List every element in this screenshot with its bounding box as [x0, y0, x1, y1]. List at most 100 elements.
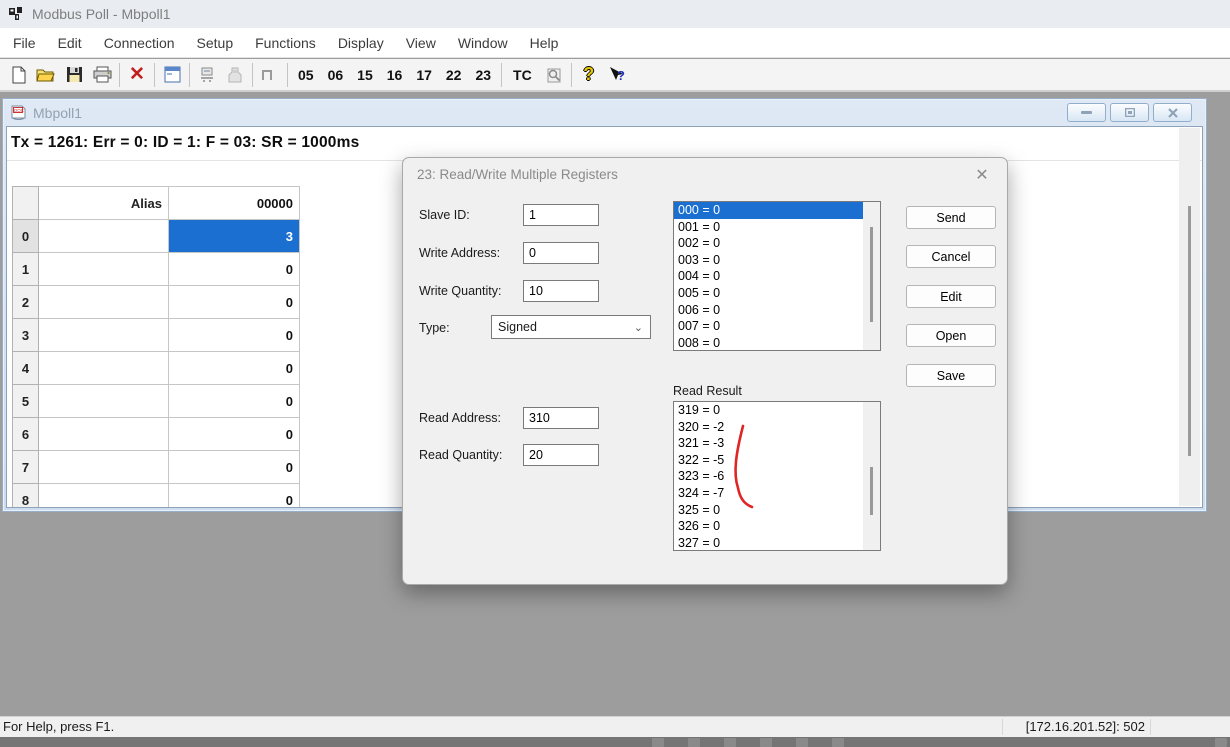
- write-registers-listbox[interactable]: 000 = 0 001 = 0 002 = 0 003 = 0 004 = 0 …: [673, 201, 881, 351]
- alias-cell[interactable]: [39, 319, 169, 352]
- list-item[interactable]: 320 = -2: [674, 419, 880, 436]
- list-item[interactable]: 000 = 0: [674, 202, 880, 219]
- menu-setup[interactable]: Setup: [186, 30, 245, 56]
- read-result-listbox[interactable]: 319 = 0 320 = -2 321 = -3 322 = -5 323 =…: [673, 401, 881, 551]
- print-icon[interactable]: [88, 62, 116, 88]
- slave-id-field[interactable]: [523, 204, 599, 226]
- function-15-button[interactable]: 15: [350, 62, 380, 88]
- list-item[interactable]: 004 = 0: [674, 268, 880, 285]
- function-16-button[interactable]: 16: [380, 62, 410, 88]
- context-help-icon[interactable]: ?: [603, 62, 631, 88]
- value-cell[interactable]: 0: [169, 286, 300, 319]
- read-write-definition-icon[interactable]: [193, 62, 221, 88]
- list-item[interactable]: 323 = -6: [674, 468, 880, 485]
- value-cell[interactable]: 0: [169, 352, 300, 385]
- menu-functions[interactable]: Functions: [244, 30, 327, 56]
- open-button[interactable]: Open: [906, 324, 996, 347]
- list-item[interactable]: 327 = 0: [674, 535, 880, 551]
- value-cell[interactable]: 0: [169, 319, 300, 352]
- list-item[interactable]: 324 = -7: [674, 485, 880, 502]
- cut-red-x-icon[interactable]: ✕: [123, 62, 151, 88]
- alias-cell[interactable]: [39, 451, 169, 484]
- minimize-button[interactable]: [1067, 103, 1106, 122]
- menu-view[interactable]: View: [395, 30, 447, 56]
- svg-text:?: ?: [617, 68, 625, 83]
- list-item[interactable]: 002 = 0: [674, 235, 880, 252]
- function-17-button[interactable]: 17: [409, 62, 439, 88]
- value-cell[interactable]: 0: [169, 451, 300, 484]
- list-item[interactable]: 322 = -5: [674, 452, 880, 469]
- alias-cell[interactable]: [39, 385, 169, 418]
- edit-button[interactable]: Edit: [906, 285, 996, 308]
- list-item[interactable]: 005 = 0: [674, 285, 880, 302]
- value-cell[interactable]: 0: [169, 418, 300, 451]
- menu-file[interactable]: File: [2, 30, 47, 56]
- send-button[interactable]: Send: [906, 206, 996, 229]
- listbox-scrollbar[interactable]: [863, 202, 880, 350]
- value-column-header[interactable]: 00000: [169, 187, 300, 220]
- alias-cell[interactable]: [39, 286, 169, 319]
- vertical-scrollbar[interactable]: [1179, 128, 1200, 506]
- child-titlebar[interactable]: DOC Mbpoll1: [3, 99, 1206, 126]
- taskbar-icon[interactable]: [688, 738, 700, 747]
- scrollbar-thumb[interactable]: [870, 467, 873, 515]
- list-item[interactable]: 003 = 0: [674, 252, 880, 269]
- cancel-button[interactable]: Cancel: [906, 245, 996, 268]
- list-item[interactable]: 321 = -3: [674, 435, 880, 452]
- list-item[interactable]: 319 = 0: [674, 402, 880, 419]
- taskbar-icon[interactable]: [1215, 738, 1227, 747]
- type-dropdown[interactable]: Signed ⌄: [491, 315, 651, 339]
- value-cell[interactable]: 0: [169, 385, 300, 418]
- value-cell[interactable]: 0: [169, 484, 300, 509]
- write-address-field[interactable]: [523, 242, 599, 264]
- taskbar-icon[interactable]: [760, 738, 772, 747]
- menu-edit[interactable]: Edit: [47, 30, 93, 56]
- close-button[interactable]: [1153, 103, 1192, 122]
- dialog-close-icon[interactable]: ✕: [971, 164, 993, 186]
- communication-icon[interactable]: [221, 62, 249, 88]
- save-icon[interactable]: [60, 62, 88, 88]
- menu-help[interactable]: Help: [519, 30, 570, 56]
- function-06-button[interactable]: 06: [321, 62, 351, 88]
- taskbar-icon[interactable]: [832, 738, 844, 747]
- list-item[interactable]: 008 = 0: [674, 335, 880, 351]
- function-22-button[interactable]: 22: [439, 62, 469, 88]
- listbox-scrollbar[interactable]: [863, 402, 880, 550]
- about-help-icon[interactable]: ?: [575, 62, 603, 88]
- write-quantity-field[interactable]: [523, 280, 599, 302]
- value-cell[interactable]: 0: [169, 253, 300, 286]
- taskbar-icon[interactable]: [724, 738, 736, 747]
- scrollbar-thumb[interactable]: [1188, 206, 1191, 456]
- menu-connection[interactable]: Connection: [93, 30, 186, 56]
- function-05-button[interactable]: 05: [291, 62, 321, 88]
- list-item[interactable]: 006 = 0: [674, 302, 880, 319]
- alias-cell[interactable]: [39, 253, 169, 286]
- alias-cell[interactable]: [39, 220, 169, 253]
- alias-column-header[interactable]: Alias: [39, 187, 169, 220]
- restore-button[interactable]: [1110, 103, 1149, 122]
- menu-window[interactable]: Window: [447, 30, 519, 56]
- new-file-icon[interactable]: [4, 62, 32, 88]
- alias-cell[interactable]: [39, 484, 169, 509]
- taskbar-icon[interactable]: [652, 738, 664, 747]
- list-item[interactable]: 325 = 0: [674, 502, 880, 519]
- save-button[interactable]: Save: [906, 364, 996, 387]
- list-item[interactable]: 326 = 0: [674, 518, 880, 535]
- read-quantity-field[interactable]: [523, 444, 599, 466]
- function-23-button[interactable]: 23: [468, 62, 498, 88]
- open-file-icon[interactable]: [32, 62, 60, 88]
- menu-display[interactable]: Display: [327, 30, 395, 56]
- read-address-label: Read Address:: [419, 411, 501, 425]
- tc-button[interactable]: TC: [505, 67, 540, 83]
- value-cell-selected[interactable]: 3: [169, 220, 300, 253]
- setup-window-icon[interactable]: [158, 62, 186, 88]
- alias-cell[interactable]: [39, 418, 169, 451]
- list-item[interactable]: 007 = 0: [674, 318, 880, 335]
- read-address-field[interactable]: [523, 407, 599, 429]
- pulse-icon[interactable]: [256, 62, 284, 88]
- taskbar-icon[interactable]: [796, 738, 808, 747]
- alias-cell[interactable]: [39, 352, 169, 385]
- list-item[interactable]: 001 = 0: [674, 219, 880, 236]
- zoom-resize-icon[interactable]: [540, 62, 568, 88]
- scrollbar-thumb[interactable]: [870, 227, 873, 322]
